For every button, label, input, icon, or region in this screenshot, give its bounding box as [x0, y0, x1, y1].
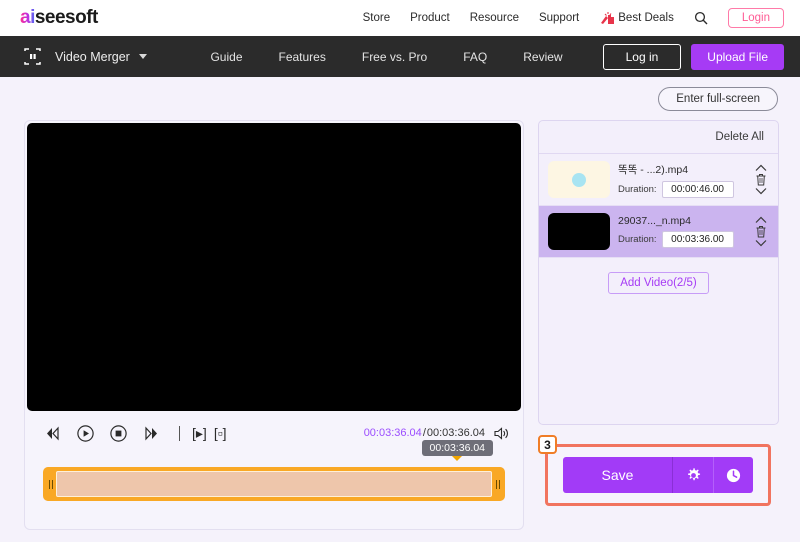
top-bar: ai seesoft Store Product Resource Support…: [0, 0, 800, 36]
add-video-row: Add Video(2/5): [539, 258, 778, 294]
list-item[interactable]: 똑똑 - ...2).mp4 Duration:: [539, 154, 778, 206]
top-navigation: Store Product Resource Support Best Deal…: [363, 8, 784, 28]
add-video-button[interactable]: Add Video(2/5): [608, 272, 709, 294]
save-button[interactable]: Save: [563, 457, 673, 493]
fullscreen-row: Enter full-screen: [0, 77, 800, 111]
step-badge: 3: [538, 435, 557, 454]
topnav-product[interactable]: Product: [410, 12, 450, 24]
main-content: [▸] [▫] 00:03:36.04 / 00:03:36.04 00:03:…: [0, 111, 800, 530]
login-button-top[interactable]: Login: [727, 8, 784, 28]
set-end-marker-icon[interactable]: [▫]: [214, 426, 227, 440]
timeline-selection[interactable]: [56, 471, 492, 497]
delete-icon[interactable]: [755, 173, 767, 186]
move-down-icon[interactable]: [755, 239, 767, 247]
brand-logo[interactable]: ai seesoft: [20, 7, 98, 29]
timeline-handle-left[interactable]: [45, 467, 56, 501]
app-nav-buttons: Log in Upload File: [602, 43, 784, 70]
best-deals-label: Best Deals: [618, 12, 674, 24]
page-body: Enter full-screen [▸] [▫] 00:03:36.04 / …: [0, 77, 800, 542]
duration-input[interactable]: [661, 231, 734, 248]
nav-features[interactable]: Features: [279, 50, 326, 64]
video-preview-stage[interactable]: [27, 123, 521, 411]
settings-button[interactable]: [673, 457, 713, 493]
list-item-tools: [752, 164, 770, 195]
side-panel: Delete All 똑똑 - ...2).mp4 Duration: 00:0…: [538, 120, 779, 530]
log-in-button[interactable]: Log in: [602, 43, 682, 70]
video-list-card: Delete All 똑똑 - ...2).mp4 Duration: 00:0…: [538, 120, 779, 425]
app-nav-bar: Video Merger Guide Features Free vs. Pro…: [0, 36, 800, 77]
current-time: 00:03:36.04: [363, 427, 422, 439]
nav-guide[interactable]: Guide: [210, 50, 242, 64]
speaker-icon[interactable]: [493, 426, 509, 441]
firecracker-icon: [601, 12, 615, 24]
play-icon[interactable]: [76, 424, 95, 443]
delete-all-row: Delete All: [539, 121, 778, 154]
list-item-info: 29037..._n.mp4 Duration:: [618, 215, 744, 248]
history-button[interactable]: [713, 457, 753, 493]
save-zone: 3 Save: [538, 435, 779, 509]
list-item-tools: [752, 216, 770, 247]
brand-logo-ai: ai: [20, 7, 35, 28]
video-file-name: 똑똑 - ...2).mp4: [618, 163, 689, 176]
trim-markers: [▸] [▫]: [192, 426, 227, 440]
app-nav-links: Guide Features Free vs. Pro FAQ Review: [210, 50, 562, 64]
timeline-area: 00:03:36.04: [25, 440, 523, 501]
save-highlight-box: Save: [545, 444, 771, 506]
fast-forward-icon[interactable]: [142, 424, 161, 443]
total-time: 00:03:36.04: [426, 427, 485, 439]
timeline-track[interactable]: [43, 467, 505, 501]
enter-fullscreen-button[interactable]: Enter full-screen: [658, 87, 778, 111]
move-down-icon[interactable]: [755, 187, 767, 195]
nav-faq[interactable]: FAQ: [463, 50, 487, 64]
controls-divider: [179, 425, 180, 441]
merge-frames-icon: [24, 48, 41, 65]
save-button-group: Save: [563, 457, 753, 493]
brand-logo-rest: seesoft: [34, 7, 99, 28]
duration-label: Duration:: [618, 183, 657, 195]
video-player-card: [▸] [▫] 00:03:36.04 / 00:03:36.04 00:03:…: [24, 120, 524, 530]
delete-all-button[interactable]: Delete All: [715, 131, 764, 143]
list-item-info: 똑똑 - ...2).mp4 Duration:: [618, 162, 744, 198]
duration-input[interactable]: [661, 180, 734, 198]
video-file-name: 29037..._n.mp4: [618, 215, 691, 227]
video-thumbnail: [548, 213, 610, 250]
topnav-store[interactable]: Store: [363, 12, 391, 24]
upload-file-button[interactable]: Upload File: [691, 43, 784, 70]
rewind-icon[interactable]: [43, 424, 62, 443]
nav-free-vs-pro[interactable]: Free vs. Pro: [362, 50, 427, 64]
timeline-tooltip: 00:03:36.04: [421, 440, 493, 461]
delete-icon[interactable]: [755, 225, 767, 238]
timeline-handle-right[interactable]: [492, 467, 503, 501]
nav-review[interactable]: Review: [523, 50, 562, 64]
list-item[interactable]: 29037..._n.mp4 Duration:: [539, 206, 778, 258]
time-separator: /: [422, 427, 426, 439]
chevron-down-icon[interactable]: [138, 54, 147, 59]
topnav-support[interactable]: Support: [539, 12, 579, 24]
topnav-best-deals[interactable]: Best Deals: [599, 11, 674, 25]
search-icon[interactable]: [694, 11, 708, 25]
thumbnail-dot-icon: [572, 172, 586, 187]
clock-icon: [726, 468, 741, 482]
video-thumbnail: [548, 161, 610, 198]
app-title: Video Merger: [55, 49, 130, 64]
time-display: 00:03:36.04 / 00:03:36.04: [364, 426, 509, 441]
move-up-icon[interactable]: [755, 216, 767, 224]
move-up-icon[interactable]: [755, 164, 767, 172]
duration-row: Duration:: [618, 180, 744, 198]
set-start-marker-icon[interactable]: [▸]: [192, 426, 207, 440]
topnav-resource[interactable]: Resource: [470, 12, 519, 24]
stop-icon[interactable]: [109, 424, 128, 443]
duration-row: Duration:: [618, 231, 744, 248]
duration-label: Duration:: [618, 234, 657, 245]
gear-icon: [687, 467, 700, 480]
